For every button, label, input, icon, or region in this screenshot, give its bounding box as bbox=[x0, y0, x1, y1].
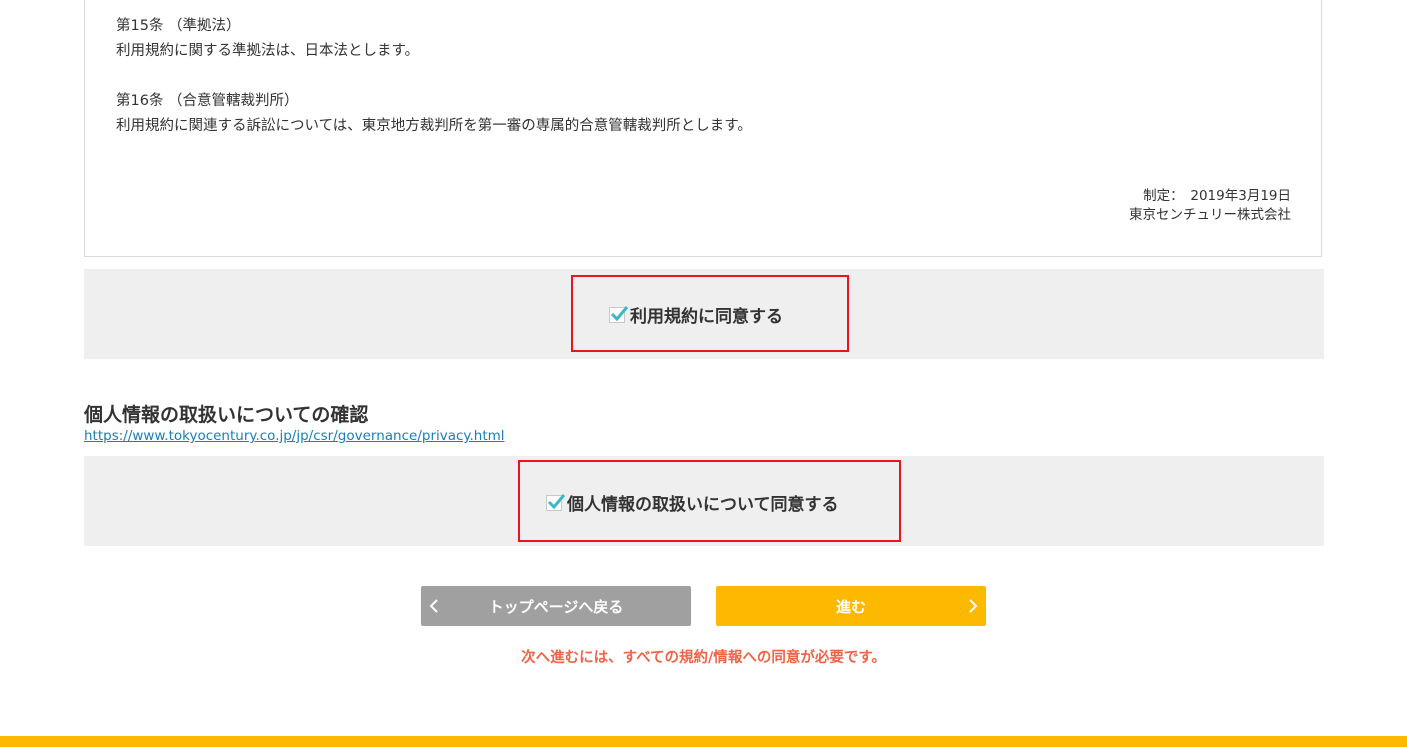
privacy-policy-link[interactable]: https://www.tokyocentury.co.jp/jp/csr/go… bbox=[84, 428, 505, 444]
terms-text-box: 第15条 （準拠法） 利用規約に関する準拠法は、日本法とします。 第16条 （合… bbox=[84, 0, 1322, 257]
next-button-label: 進む bbox=[835, 597, 866, 616]
article-body: 利用規約に関連する訴訟については、東京地方裁判所を第一審の専属的合意管轄裁判所と… bbox=[116, 118, 752, 134]
terms-agree-label[interactable]: 利用規約に同意する bbox=[630, 302, 783, 327]
enacted-date: 制定： 2019年3月19日 bbox=[1143, 188, 1291, 204]
footer-bar bbox=[0, 736, 1407, 747]
article-body: 利用規約に関する準拠法は、日本法とします。 bbox=[116, 43, 420, 59]
consent-required-message: 次へ進むには、すべての規約/情報への同意が必要です。 bbox=[521, 650, 886, 666]
privacy-agree-section: 個人情報の取扱いについて同意する bbox=[84, 456, 1324, 546]
checkbox-checked-icon[interactable] bbox=[546, 493, 566, 511]
article-heading: 第16条 （合意管轄裁判所） bbox=[116, 93, 299, 109]
article-15: 第15条 （準拠法） 利用規約に関する準拠法は、日本法とします。 bbox=[116, 14, 419, 64]
back-button-label: トップページへ戻る bbox=[488, 597, 624, 616]
next-button[interactable]: 進む bbox=[716, 586, 986, 626]
company-name: 東京センチュリー株式会社 bbox=[1129, 207, 1291, 223]
terms-agree-checkbox[interactable]: 利用規約に同意する bbox=[609, 302, 783, 327]
privacy-section-title: 個人情報の取扱いについての確認 bbox=[84, 404, 369, 426]
terms-agree-section: 利用規約に同意する bbox=[84, 269, 1324, 359]
privacy-agree-label[interactable]: 個人情報の取扱いについて同意する bbox=[567, 490, 839, 515]
chevron-right-icon bbox=[968, 586, 978, 626]
terms-footer: 制定： 2019年3月19日 東京センチュリー株式会社 bbox=[1129, 187, 1291, 225]
article-heading: 第15条 （準拠法） bbox=[116, 18, 241, 34]
privacy-agree-checkbox[interactable]: 個人情報の取扱いについて同意する bbox=[546, 490, 839, 515]
article-16: 第16条 （合意管轄裁判所） 利用規約に関連する訴訟については、東京地方裁判所を… bbox=[116, 89, 752, 139]
checkbox-checked-icon[interactable] bbox=[609, 305, 629, 323]
chevron-left-icon bbox=[429, 586, 439, 626]
back-to-top-button[interactable]: トップページへ戻る bbox=[421, 586, 691, 626]
